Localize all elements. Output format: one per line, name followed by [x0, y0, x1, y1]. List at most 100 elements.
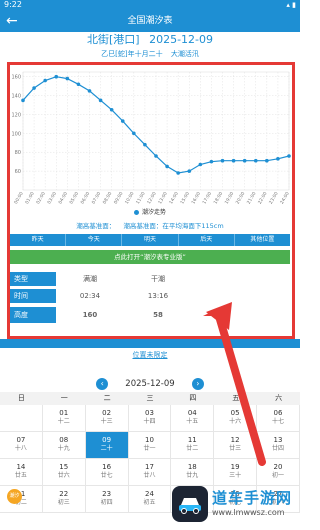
chart-data-point	[265, 158, 269, 163]
chart-data-point	[287, 154, 291, 158]
calendar-day-cell[interactable]: 23 初四	[85, 486, 129, 513]
tab-today[interactable]: 今天	[66, 234, 123, 246]
chart-y-tick-label: 100	[11, 131, 21, 137]
calendar-lunar-day: 十五	[186, 418, 199, 425]
calendar-day-cell[interactable]: 14 廿五	[0, 459, 43, 486]
calendar-day-number: 13	[273, 436, 283, 444]
calendar-day-cell[interactable]: 12 廿三	[214, 432, 258, 459]
floating-badge[interactable]: 潮汐	[7, 489, 22, 504]
chart-x-tick-label: 03:00	[46, 191, 58, 205]
chart-y-tick-label: 60	[15, 169, 21, 175]
chevron-left-icon[interactable]: ‹	[96, 377, 109, 390]
tide-chart: 60 80 100 120 140 160 00:00 01:00 02:00 03:00 04:0…	[9, 66, 292, 216]
calendar-day-number: 11	[187, 436, 197, 444]
calendar-day-cell[interactable]: 20 初一	[257, 459, 300, 486]
chart-x-tick-label: 09:00	[113, 191, 125, 205]
chart-y-tick-label: 140	[11, 94, 21, 100]
chart-x-tick-label: 20:00	[235, 191, 247, 205]
chart-x-tick-label: 13:00	[157, 191, 169, 205]
chart-x-tick-label: 12:00	[146, 191, 158, 205]
datum-info: 潮高基准面： 潮高基准面：在平均海面下115cm	[0, 221, 300, 231]
position-unknown-link[interactable]: 位置未限定	[133, 351, 168, 359]
calendar-lunar-day: 十七	[271, 418, 284, 425]
chart-data-point	[198, 162, 203, 167]
chart-x-tick-label: 21:00	[246, 191, 258, 205]
calendar-day-cell[interactable]: 21初二	[0, 486, 43, 513]
chart-data-point	[120, 119, 125, 123]
open-pro-button[interactable]: 点此打开“潮汐表专业版”	[10, 250, 290, 264]
calendar-lunar-day: 十四	[143, 418, 156, 425]
row-label-time: 时间	[10, 289, 56, 303]
lunar-info: 乙巳[蛇]年十月二十 大潮活汛	[0, 49, 300, 59]
calendar-day-cell[interactable]: 09 二十	[85, 432, 129, 459]
chevron-right-icon[interactable]: ›	[191, 377, 204, 390]
calendar-day-cell[interactable]: 24 初五	[128, 486, 172, 513]
datum-text-1: 潮高基准面：	[76, 222, 116, 230]
tab-other-location[interactable]: 其他位置	[235, 234, 290, 246]
calendar-day-cell[interactable]: 11 廿二	[171, 432, 215, 459]
chart-data-point	[143, 142, 147, 147]
calendar-day-cell[interactable]: 18 廿九	[171, 459, 215, 486]
row-label-height: 高度	[10, 307, 56, 323]
calendar-day-cell[interactable]: 07 十八	[0, 432, 43, 459]
chart-data-point	[32, 86, 36, 90]
calendar-day-number: 03	[144, 409, 154, 417]
calendar-day-cell[interactable]: 15 廿六	[42, 459, 86, 486]
chart-data-point	[98, 98, 103, 103]
calendar-day-cell[interactable]: 16 廿七	[85, 459, 129, 486]
calendar-day-number: 02	[102, 409, 112, 417]
calendar-lunar-day: 廿三	[229, 445, 242, 452]
calendar-day-cell[interactable]: 06 十七	[257, 405, 300, 432]
app-bar: ← 全国潮汐表	[0, 10, 300, 32]
chart-data-point	[176, 171, 180, 175]
chart-x-tick-label: 05:00	[68, 191, 80, 205]
cell-low-time: 13:16	[147, 292, 169, 300]
chart-x-tick-label: 07:00	[91, 191, 103, 205]
chart-y-tick-label: 120	[11, 112, 21, 118]
position-unknown: 位置未限定	[0, 350, 300, 360]
calendar-day-number: 08	[59, 436, 69, 444]
calendar-day-number: 10	[144, 436, 154, 444]
tab-tomorrow[interactable]: 明天	[122, 234, 179, 246]
chart-x-tick-label: 19:00	[224, 191, 236, 205]
calendar-day-cell[interactable]: 05 十六	[214, 405, 258, 432]
calendar-day-cell[interactable]: 19 三十	[214, 459, 258, 486]
tab-day-after[interactable]: 后天	[179, 234, 235, 246]
calendar-day-cell[interactable]: 04 十五	[171, 405, 215, 432]
calendar-day-cell[interactable]: 22 初三	[42, 486, 86, 513]
chart-x-tick-label: 14:00	[168, 191, 180, 205]
chart-x-tick-label: 10:00	[124, 191, 136, 205]
chart-data-point	[132, 131, 136, 136]
status-bar: 9:22 ▴ ▮	[0, 0, 300, 10]
row-label-type: 类型	[10, 272, 56, 286]
chart-data-point	[187, 169, 192, 173]
status-icons: ▴ ▮	[286, 1, 296, 9]
calendar-day-cell[interactable]: 10 廿一	[128, 432, 172, 459]
calendar-day-cell[interactable]: 08 十九	[42, 432, 86, 459]
chart-legend: 潮汐走势	[0, 207, 300, 216]
calendar-day-cell[interactable]: 02 十三	[85, 405, 129, 432]
chart-x-tick-label: 01:00	[24, 191, 36, 205]
station-date: 2025-12-09	[149, 33, 214, 46]
chart-x-tick-label: 23:00	[268, 191, 280, 205]
chart-x-tick-label: 06:00	[80, 191, 92, 205]
chart-x-tick-label: 08:00	[102, 191, 114, 205]
chart-data-point	[76, 82, 81, 87]
calendar-day-cell[interactable]: 13 廿四	[257, 432, 300, 459]
chart-data-point	[21, 98, 25, 103]
calendar-lunar-day: 十六	[229, 418, 242, 425]
calendar-day-number: 24	[144, 490, 154, 498]
chart-data-point	[253, 158, 258, 163]
calendar-day-number: 09	[102, 436, 112, 444]
datum-text-2: 潮高基准面：在平均海面下115cm	[123, 222, 224, 230]
calendar-day-cell[interactable]: 03 十四	[128, 405, 172, 432]
calendar-day-number: 01	[59, 409, 69, 417]
chart-x-tick-label: 00:00	[13, 191, 25, 205]
car-icon	[179, 498, 201, 514]
chart-x-tick-label: 11:00	[135, 191, 147, 205]
calendar-day-cell[interactable]: 17 廿八	[128, 459, 172, 486]
calendar-lunar-day: 二十	[100, 445, 113, 452]
calendar-lunar-day: 十八	[14, 445, 27, 452]
tab-yesterday[interactable]: 昨天	[10, 234, 67, 246]
calendar-day-cell[interactable]: 01 十二	[42, 405, 86, 432]
